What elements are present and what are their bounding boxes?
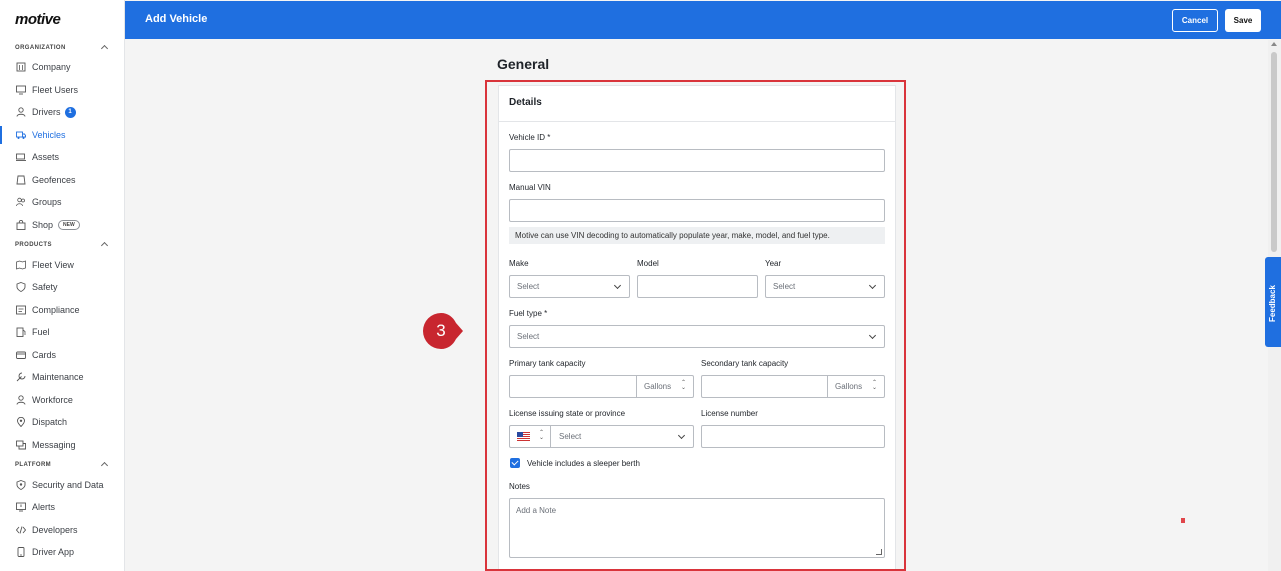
chat-icon bbox=[16, 440, 26, 450]
sidebar-item-security-and-data[interactable]: Security and Data bbox=[0, 474, 124, 496]
save-button[interactable]: Save bbox=[1225, 9, 1261, 32]
truck-icon bbox=[16, 130, 26, 140]
person-icon bbox=[16, 395, 26, 405]
sidebar-item-cards[interactable]: Cards bbox=[0, 344, 124, 366]
sidebar-item-developers[interactable]: Developers bbox=[0, 519, 124, 541]
chevron-up-icon[interactable] bbox=[100, 461, 109, 470]
chevron-up-icon[interactable] bbox=[100, 241, 109, 250]
monitor-icon bbox=[16, 85, 26, 95]
highlight-frame bbox=[485, 80, 906, 571]
alert-icon bbox=[16, 502, 26, 512]
compliance-icon bbox=[16, 305, 26, 315]
sidebar-item-driver-app[interactable]: Driver App bbox=[0, 541, 124, 563]
sidebar-item-compliance[interactable]: Compliance bbox=[0, 299, 124, 321]
map-icon bbox=[16, 260, 26, 270]
sidebar-item-fleet-view[interactable]: Fleet View bbox=[0, 254, 124, 276]
sidebar-item-assets[interactable]: Assets bbox=[0, 146, 124, 168]
drivers-count-badge: 1 bbox=[64, 106, 76, 118]
sidebar-item-safety[interactable]: Safety bbox=[0, 276, 124, 298]
trailer-icon bbox=[16, 152, 26, 162]
sidebar-item-dispatch[interactable]: Dispatch bbox=[0, 411, 124, 433]
code-icon bbox=[16, 525, 26, 535]
motive-logo[interactable]: motive bbox=[15, 11, 61, 28]
sidebar: motive ORGANIZATION Company Fleet Users … bbox=[0, 0, 125, 571]
red-marker bbox=[1181, 518, 1185, 523]
step-marker-number: 3 bbox=[436, 321, 446, 340]
section-platform: PLATFORM bbox=[15, 462, 52, 468]
top-bar: Add Vehicle Cancel Save bbox=[125, 1, 1281, 39]
user-icon bbox=[16, 107, 26, 117]
shopping-bag-icon bbox=[16, 220, 26, 230]
security-shield-icon bbox=[16, 480, 26, 490]
sidebar-item-geofences[interactable]: Geofences bbox=[0, 169, 124, 191]
feedback-tab[interactable]: Feedback bbox=[1265, 257, 1281, 347]
location-pin-icon bbox=[16, 417, 26, 427]
cancel-button[interactable]: Cancel bbox=[1172, 9, 1218, 32]
section-products: PRODUCTS bbox=[15, 242, 52, 248]
fuel-icon bbox=[16, 327, 26, 337]
users-group-icon bbox=[16, 197, 26, 207]
wrench-icon bbox=[16, 372, 26, 382]
phone-icon bbox=[16, 547, 26, 557]
new-pill: NEW bbox=[58, 220, 80, 230]
sidebar-item-company[interactable]: Company bbox=[0, 56, 124, 78]
geofence-icon bbox=[16, 175, 26, 185]
sidebar-item-groups[interactable]: Groups bbox=[0, 191, 124, 213]
scroll-up-arrow-icon[interactable] bbox=[1271, 42, 1277, 46]
chevron-up-icon[interactable] bbox=[100, 44, 109, 53]
credit-card-icon bbox=[16, 350, 26, 360]
sidebar-item-messaging[interactable]: Messaging bbox=[0, 434, 124, 456]
sidebar-item-drivers[interactable]: Drivers 1 bbox=[0, 101, 124, 123]
sidebar-item-fuel[interactable]: Fuel bbox=[0, 321, 124, 343]
section-title-general: General bbox=[497, 56, 550, 72]
scrollbar-thumb[interactable] bbox=[1271, 52, 1277, 252]
sidebar-item-alerts[interactable]: Alerts bbox=[0, 496, 124, 518]
sidebar-item-workforce[interactable]: Workforce bbox=[0, 389, 124, 411]
sidebar-item-shop[interactable]: Shop NEW bbox=[0, 214, 124, 236]
building-icon bbox=[16, 62, 26, 72]
section-organization: ORGANIZATION bbox=[15, 45, 66, 51]
sidebar-item-fleet-users[interactable]: Fleet Users bbox=[0, 79, 124, 101]
shield-icon bbox=[16, 282, 26, 292]
page-title: Add Vehicle bbox=[145, 13, 208, 25]
sidebar-item-vehicles[interactable]: Vehicles bbox=[0, 124, 124, 146]
sidebar-item-maintenance[interactable]: Maintenance bbox=[0, 366, 124, 388]
